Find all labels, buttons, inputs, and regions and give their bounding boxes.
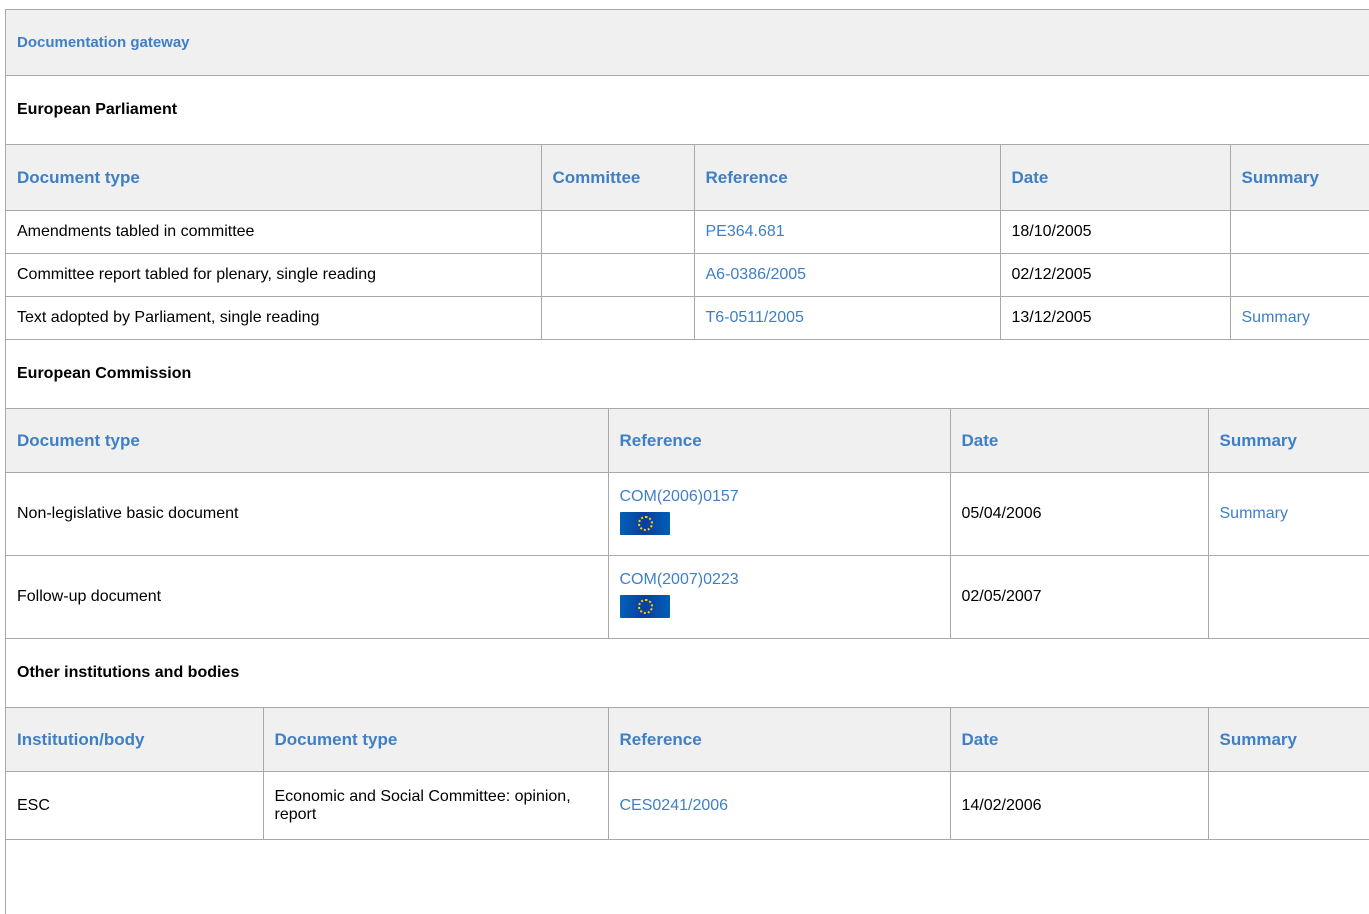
summary-cell <box>1208 555 1369 639</box>
reference-link[interactable]: CES0241/2006 <box>620 797 729 814</box>
doc-type-cell: Non-legislative basic document <box>6 472 609 556</box>
reference-link[interactable]: COM(2007)0223 <box>620 571 939 589</box>
ep-header-row: Document type Committee Reference Date S… <box>6 144 1369 211</box>
column-header-date: Date <box>950 408 1209 473</box>
summary-cell: Summary <box>1208 472 1369 556</box>
committee-cell <box>541 253 695 297</box>
reference-cell: COM(2006)0157 <box>608 472 951 556</box>
column-header-institution: Institution/body <box>6 707 264 772</box>
documentation-gateway: Documentation gateway European Parliamen… <box>5 9 1369 914</box>
ec-table: Document type Reference Date Summary Non… <box>6 408 1369 639</box>
column-header-reference: Reference <box>608 408 951 473</box>
column-header-summary: Summary <box>1208 707 1369 772</box>
column-header-document-type: Document type <box>263 707 609 772</box>
table-row: Text adopted by Parliament, single readi… <box>6 296 1369 340</box>
eu-flag-icon[interactable] <box>619 512 670 535</box>
gateway-title: Documentation gateway <box>6 10 1369 76</box>
reference-link[interactable]: COM(2006)0157 <box>620 488 939 506</box>
table-row: ESC Economic and Social Committee: opini… <box>6 771 1369 840</box>
date-cell: 13/12/2005 <box>1000 296 1231 340</box>
doc-type-cell: Committee report tabled for plenary, sin… <box>6 253 542 297</box>
summary-link[interactable]: Summary <box>1220 505 1288 522</box>
column-header-reference: Reference <box>608 707 951 772</box>
reference-link[interactable]: PE364.681 <box>706 223 785 240</box>
table-row: Follow-up document COM(2007)0223 02/05/2… <box>6 555 1369 639</box>
summary-link[interactable]: Summary <box>1242 309 1310 326</box>
doc-type-cell: Follow-up document <box>6 555 609 639</box>
column-header-committee: Committee <box>541 144 695 211</box>
summary-cell <box>1230 253 1369 297</box>
other-header-row: Institution/body Document type Reference… <box>6 707 1369 772</box>
doc-type-cell: Amendments tabled in committee <box>6 210 542 254</box>
date-cell: 18/10/2005 <box>1000 210 1231 254</box>
column-header-summary: Summary <box>1208 408 1369 473</box>
reference-cell: COM(2007)0223 <box>608 555 951 639</box>
ep-section-title: European Parliament <box>17 101 178 118</box>
table-row: Committee report tabled for plenary, sin… <box>6 253 1369 297</box>
reference-cell: T6-0511/2005 <box>694 296 1001 340</box>
reference-cell: A6-0386/2005 <box>694 253 1001 297</box>
reference-cell: PE364.681 <box>694 210 1001 254</box>
column-header-document-type: Document type <box>6 408 609 473</box>
column-header-summary: Summary <box>1230 144 1369 211</box>
doc-type-cell: Economic and Social Committee: opinion, … <box>263 771 609 840</box>
summary-cell <box>1208 771 1369 840</box>
date-cell: 14/02/2006 <box>950 771 1209 840</box>
committee-cell <box>541 210 695 254</box>
other-table: Institution/body Document type Reference… <box>6 707 1369 840</box>
committee-cell <box>541 296 695 340</box>
date-cell: 02/12/2005 <box>1000 253 1231 297</box>
summary-cell: Summary <box>1230 296 1369 340</box>
institution-cell: ESC <box>6 771 264 840</box>
column-header-date: Date <box>1000 144 1231 211</box>
date-cell: 05/04/2006 <box>950 472 1209 556</box>
column-header-date: Date <box>950 707 1209 772</box>
eu-flag-icon[interactable] <box>619 595 670 618</box>
table-row: Amendments tabled in committee PE364.681… <box>6 210 1369 254</box>
reference-link[interactable]: T6-0511/2005 <box>706 309 804 326</box>
ec-section-title: European Commission <box>17 365 192 382</box>
table-row: Non-legislative basic document COM(2006)… <box>6 472 1369 556</box>
ec-header-row: Document type Reference Date Summary <box>6 408 1369 473</box>
doc-type-cell: Text adopted by Parliament, single readi… <box>6 296 542 340</box>
reference-cell: CES0241/2006 <box>608 771 951 840</box>
reference-link[interactable]: A6-0386/2005 <box>706 266 807 283</box>
column-header-reference: Reference <box>694 144 1001 211</box>
summary-cell <box>1230 210 1369 254</box>
ep-table: Document type Committee Reference Date S… <box>6 144 1369 340</box>
date-cell: 02/05/2007 <box>950 555 1209 639</box>
other-section-title: Other institutions and bodies <box>17 664 240 681</box>
column-header-document-type: Document type <box>6 144 542 211</box>
